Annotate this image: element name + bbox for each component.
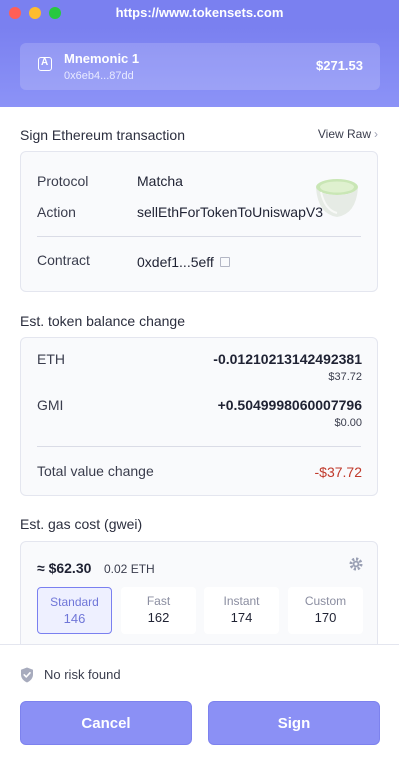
gas-price-eth: 0.02 ETH xyxy=(104,562,155,576)
token-usd-value: $0.00 xyxy=(334,417,362,429)
contract-address: 0xdef1...5eff xyxy=(137,254,230,270)
gas-title: Est. gas cost (gwei) xyxy=(20,516,143,532)
gas-option-label: Custom xyxy=(304,594,347,608)
gas-option-label: Instant xyxy=(223,594,260,608)
gas-option-value: 146 xyxy=(63,611,86,626)
balance-change-title: Est. token balance change xyxy=(20,313,186,329)
action-value: sellEthForTokenToUniswapV3 xyxy=(137,204,323,220)
window-titlebar: https://www.tokensets.com xyxy=(0,0,399,27)
gas-option-label: Standard xyxy=(50,595,99,609)
contract-label: Contract xyxy=(37,252,90,268)
view-raw-label: View Raw xyxy=(317,127,371,141)
token-name: ETH xyxy=(37,351,65,367)
gas-option-value: 170 xyxy=(314,610,337,625)
gas-option-instant[interactable]: Instant 174 xyxy=(204,587,279,634)
wallet-icon: A xyxy=(38,57,52,71)
protocol-label: Protocol xyxy=(37,173,89,189)
matcha-cup-icon xyxy=(316,179,358,217)
gas-option-fast[interactable]: Fast 162 xyxy=(121,587,196,634)
gas-option-value: 174 xyxy=(230,610,253,625)
footer: No risk found Cancel Sign xyxy=(0,644,399,770)
gas-option-custom[interactable]: Custom 170 xyxy=(288,587,363,634)
token-amount: -0.01210213142492381 xyxy=(213,351,362,367)
transaction-title: Sign Ethereum transaction xyxy=(20,127,185,143)
account-balance: $271.53 xyxy=(316,58,363,73)
balance-divider xyxy=(37,446,361,447)
risk-status: No risk found xyxy=(44,667,121,682)
shield-icon xyxy=(21,667,33,683)
token-name: GMI xyxy=(37,397,64,413)
balance-change-card: ETH -0.01210213142492381 $37.72 GMI +0.5… xyxy=(20,337,378,496)
account-card[interactable]: A Mnemonic 1 0x6eb4...87dd $271.53 xyxy=(20,43,380,90)
view-raw-link[interactable]: View Raw › xyxy=(318,127,378,141)
account-header: A Mnemonic 1 0x6eb4...87dd $271.53 xyxy=(0,27,399,107)
chevron-right-icon: › xyxy=(374,127,378,141)
cancel-button[interactable]: Cancel xyxy=(20,701,192,745)
total-change-label: Total value change xyxy=(37,463,154,479)
sign-button[interactable]: Sign xyxy=(208,701,380,745)
gear-icon[interactable] xyxy=(349,557,363,571)
gas-option-value: 162 xyxy=(147,610,170,625)
action-label: Action xyxy=(37,204,76,220)
contract-value: 0xdef1...5eff xyxy=(137,254,214,270)
total-change-value: -$37.72 xyxy=(314,464,362,480)
copy-icon[interactable] xyxy=(219,257,230,267)
gas-price-usd: ≈ $62.30 xyxy=(37,560,92,576)
account-name: Mnemonic 1 xyxy=(64,51,140,66)
window-url: https://www.tokensets.com xyxy=(115,5,284,20)
gas-option-standard[interactable]: Standard 146 xyxy=(37,587,112,634)
details-divider xyxy=(37,236,361,237)
token-amount: +0.5049998060007796 xyxy=(217,397,362,413)
transaction-details-card: Protocol Matcha Action sellEthForTokenTo… xyxy=(20,151,378,292)
token-usd-value: $37.72 xyxy=(328,371,362,383)
gas-option-label: Fast xyxy=(146,594,171,608)
account-address: 0x6eb4...87dd xyxy=(64,70,134,82)
protocol-value: Matcha xyxy=(137,173,183,189)
gas-card: ≈ $62.30 0.02 ETH Standard 146 Fast 162 … xyxy=(20,541,378,661)
